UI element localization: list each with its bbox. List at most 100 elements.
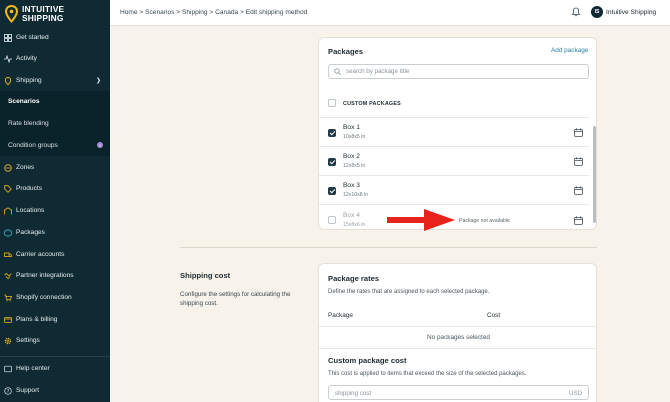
help-icon	[4, 365, 12, 373]
sidebar-item-label: Locations	[16, 207, 45, 214]
packages-scrollbar[interactable]	[593, 126, 596, 223]
search-icon	[334, 68, 341, 75]
calendar-icon[interactable]	[574, 157, 583, 166]
sidebar-item-products[interactable]: Products	[0, 178, 110, 199]
sidebar: INTUITIVE SHIPPING Get started Activity …	[0, 0, 110, 402]
calendar-icon[interactable]	[574, 186, 583, 195]
package-checkbox[interactable]	[328, 158, 336, 166]
package-dimensions: 10x8x5 in	[343, 134, 366, 140]
shipping-cost-description: Configure the settings for calculating t…	[180, 291, 291, 307]
sidebar-item-shopify-connection[interactable]: Shopify connection	[0, 287, 110, 308]
shipping-cost-title: Shipping cost	[180, 271, 231, 280]
warehouse-icon	[4, 206, 12, 215]
sidebar-item-activity[interactable]: Activity	[0, 48, 110, 69]
sidebar-item-label: Carrier accounts	[16, 251, 65, 258]
tag-icon	[4, 184, 12, 193]
sidebar-item-carrier-accounts[interactable]: Carrier accounts	[0, 244, 110, 265]
package-name: Box 2	[343, 153, 360, 160]
sidebar-item-get-started[interactable]: Get started	[0, 27, 110, 48]
activity-icon	[4, 54, 12, 63]
package-rates-card: Package rates Define the rates that are …	[318, 263, 598, 402]
truck-icon	[4, 251, 12, 259]
sidebar-item-zones[interactable]: Zones	[0, 157, 110, 178]
package-dimensions: 12x8x5 in	[343, 163, 366, 169]
add-package-link[interactable]: Add package	[551, 47, 588, 54]
annotation-arrow	[387, 209, 455, 231]
sidebar-item-label: Support	[16, 387, 40, 394]
globe-icon	[4, 163, 12, 172]
sidebar-item-label: Settings	[16, 337, 40, 344]
sidebar-item-label: Activity	[16, 55, 37, 62]
custom-package-cost-title: Custom package cost	[328, 356, 407, 365]
package-checkbox[interactable]	[328, 216, 336, 224]
cart-icon	[4, 294, 12, 302]
package-row[interactable]: Box 2 12x8x5 in	[319, 146, 589, 175]
shipping-cost-input[interactable]: shipping cost USD	[328, 385, 589, 400]
package-search-input[interactable]: search by package title	[328, 64, 589, 79]
sidebar-item-label: Help center	[16, 365, 50, 372]
shipping-cost-placeholder: shipping cost	[335, 390, 372, 397]
sidebar-subitem-rate-blending[interactable]: Rate blending	[0, 113, 110, 134]
sidebar-item-label: Packages	[16, 229, 45, 236]
sidebar-item-locations[interactable]: Locations	[0, 200, 110, 221]
packages-header-row: CUSTOM PACKAGES	[319, 90, 589, 117]
calendar-icon[interactable]	[574, 128, 583, 137]
table-divider	[319, 348, 598, 349]
box-icon	[4, 228, 12, 237]
info-badge: i	[97, 142, 103, 148]
custom-package-cost-description: This cost is applied to items that excee…	[328, 371, 527, 377]
package-checkbox[interactable]	[328, 129, 336, 137]
sidebar-item-settings[interactable]: Settings	[0, 330, 110, 351]
brand-name: INTUITIVE SHIPPING	[22, 5, 64, 23]
search-placeholder: search by package title	[346, 68, 410, 75]
calendar-icon[interactable]	[574, 216, 583, 225]
gear-icon	[4, 337, 12, 345]
packages-title: Packages	[328, 47, 364, 56]
package-name: Box 3	[343, 182, 360, 189]
support-icon: ?	[4, 386, 12, 395]
svg-text:?: ?	[7, 388, 10, 394]
topbar: Home > Scenarios > Shipping > Canada > E…	[110, 0, 670, 26]
sidebar-subitem-scenarios[interactable]: Scenarios	[0, 91, 110, 112]
sidebar-item-packages[interactable]: Packages	[0, 222, 110, 243]
sidebar-item-label: Shopify connection	[16, 294, 72, 301]
cost-column-header: Cost	[487, 312, 501, 319]
sidebar-item-label: Zones	[16, 164, 35, 171]
avatar[interactable]: IS	[591, 6, 603, 18]
subitem-label: Condition groups	[8, 142, 58, 149]
empty-table-message: No packages selected	[427, 334, 490, 341]
sidebar-item-plans-billing[interactable]: Plans & billing	[0, 309, 110, 330]
package-dimensions: 12x10x8 in	[343, 192, 369, 198]
sidebar-item-label: Shipping	[16, 77, 42, 84]
sidebar-item-shipping[interactable]: Shipping ❯	[0, 70, 110, 91]
custom-packages-header: CUSTOM PACKAGES	[343, 101, 401, 107]
sidebar-item-partner-integrations[interactable]: Partner integrations	[0, 265, 110, 286]
select-all-checkbox[interactable]	[328, 99, 336, 107]
subitem-label: Rate blending	[8, 120, 49, 127]
bell-icon[interactable]	[571, 7, 581, 17]
package-rates-description: Define the rates that are assigned to ea…	[328, 289, 490, 295]
package-row[interactable]: Box 1 10x8x5 in	[319, 117, 589, 146]
sidebar-subitem-condition-groups[interactable]: Condition groups i	[0, 135, 110, 156]
card-icon	[4, 316, 12, 324]
sidebar-item-label: Products	[16, 185, 43, 192]
section-divider	[180, 247, 597, 248]
package-name: Box 4	[343, 212, 360, 219]
package-rates-title: Package rates	[328, 274, 380, 283]
logo-pin-icon	[5, 5, 18, 23]
account-name[interactable]: Intuitive Shipping	[606, 9, 656, 16]
handshake-icon	[4, 272, 12, 280]
sidebar-item-support[interactable]: ? Support	[0, 380, 110, 401]
package-unavailable-note: Package not available	[459, 218, 510, 224]
package-row[interactable]: Box 3 12x10x8 in	[319, 175, 589, 204]
chevron-down-icon[interactable]: ❯	[96, 77, 101, 84]
package-checkbox[interactable]	[328, 187, 336, 195]
brand-line2: SHIPPING	[22, 13, 64, 23]
shipping-submenu: Scenarios Rate blending Condition groups…	[0, 91, 110, 156]
packages-card: Packages Add package search by package t…	[318, 37, 597, 230]
breadcrumb[interactable]: Home > Scenarios > Shipping > Canada > E…	[120, 9, 307, 16]
logo[interactable]: INTUITIVE SHIPPING	[0, 0, 110, 26]
currency-suffix: USD	[568, 390, 582, 397]
sidebar-item-help-center[interactable]: Help center	[0, 358, 110, 379]
sidebar-item-label: Plans & billing	[16, 316, 58, 323]
